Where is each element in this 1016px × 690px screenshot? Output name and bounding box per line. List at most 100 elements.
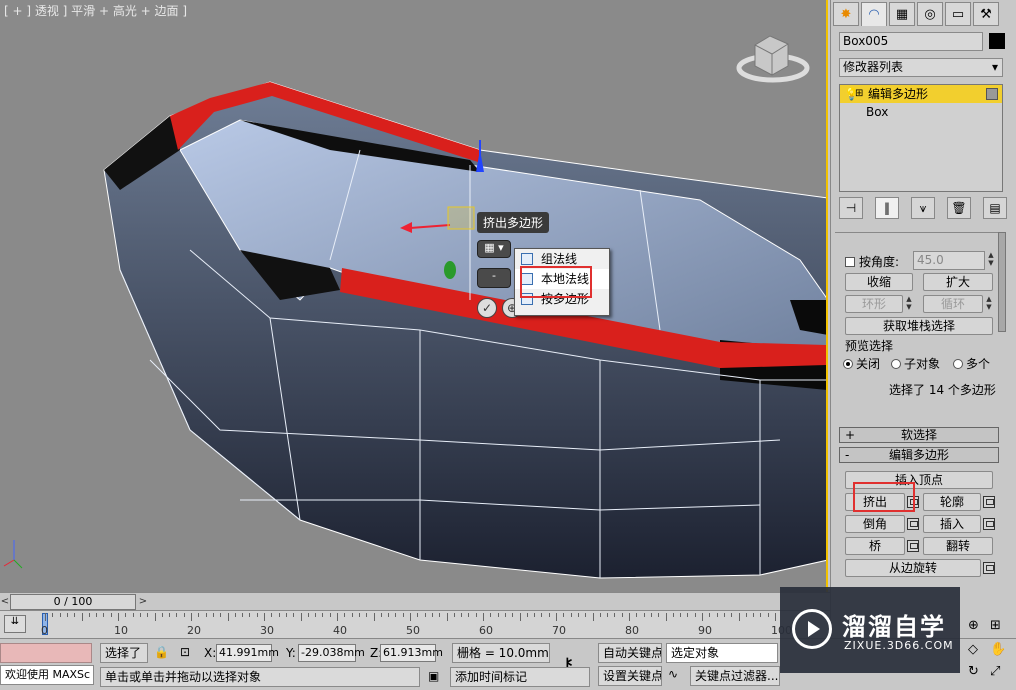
ruler-tick [110,613,112,617]
angle-field[interactable]: 45.0 [913,251,985,270]
inset-button[interactable]: 插入 [923,515,981,533]
loop-spinner[interactable]: ▲ ▼ [985,295,993,313]
modifier-list-dropdown[interactable]: 修改器列表 ▾ [839,58,1003,77]
extrude-height-field[interactable]: - [477,268,511,288]
pin-stack-icon[interactable]: ⊣ [839,197,863,219]
stack-item-label: 编辑多边形 [868,87,929,101]
add-time-tag[interactable]: 添加时间标记 [450,667,590,687]
time-slider[interactable]: 0 / 100 [10,594,136,610]
shrink-button[interactable]: 收缩 [845,273,913,291]
extrude-type-button[interactable]: ▦ ▾ [477,240,511,258]
ruler-tick [607,613,609,617]
ruler-tick [453,613,455,617]
ruler-tick [125,613,127,617]
z-coordinate-field[interactable]: 61.913mm [380,644,443,662]
loop-button[interactable]: 循环 [923,295,983,313]
ruler-tick-label: 60 [479,624,493,637]
stack-item-box[interactable]: Box [840,103,1002,121]
viewport-label[interactable]: [ + ] 透视 ] 平滑 + 高光 + 边面 ] [4,2,187,19]
caddy-ok-button[interactable]: ✓ [477,298,497,318]
zoom-icon[interactable]: ⊕ [968,618,979,633]
watermark-logo-icon [792,609,832,649]
expand-icon[interactable]: ⊞ [855,85,863,103]
fov-icon[interactable]: ◇ [968,642,978,657]
hierarchy-tab-icon[interactable]: ▦ [889,2,915,26]
radio[interactable] [891,359,901,369]
modifier-stack: 💡 ⊞ 编辑多边形 Box [839,84,1003,192]
ruler-tick [731,613,733,617]
set-key-button[interactable]: 设置关键点 [598,666,662,686]
ruler-tick [650,613,652,617]
bridge-button[interactable]: 桥 [845,537,905,555]
make-unique-icon[interactable]: ⩛ [911,197,935,219]
remove-modifier-icon[interactable]: 🗑 [947,197,971,219]
next-frame-icon[interactable]: > [138,594,148,610]
absolute-mode-icon[interactable]: ⊡ [180,645,190,659]
object-name-field[interactable]: Box005 [839,32,983,51]
key-filters-button[interactable]: 关键点过滤器... [690,666,780,686]
inset-settings-icon[interactable] [983,518,995,530]
orbit-icon[interactable]: ↻ [968,664,979,679]
ruler-tick [118,613,119,621]
display-tab-icon[interactable]: ▭ [945,2,971,26]
x-coordinate-field[interactable]: 41.991mm [216,644,279,662]
ruler-tick [716,613,718,617]
preview-subobject-radio[interactable]: 子对象 [891,355,940,372]
ruler-tick [709,613,711,617]
group-normal-icon [521,253,533,265]
edit-polygons-rollout[interactable]: - 编辑多边形 [839,447,999,463]
ruler-tick [59,613,61,617]
lock-icon[interactable]: 🔒 [154,645,169,659]
outline-button[interactable]: 轮廓 [923,493,981,511]
bevel-button[interactable]: 倒角 [845,515,905,533]
object-color-swatch[interactable] [989,33,1005,49]
by-angle-checkbox[interactable]: 按角度: [845,253,899,270]
utilities-tab-icon[interactable]: ⚒ [973,2,999,26]
viewcube-icon[interactable] [736,35,810,83]
selected-object-dropdown[interactable]: 选定对象 [666,643,778,663]
hinge-settings-icon[interactable] [983,562,995,574]
prev-frame-icon[interactable]: < [0,594,10,610]
stack-item-edit-poly[interactable]: 💡 ⊞ 编辑多边形 [840,85,1002,103]
maxscript-listener[interactable]: 欢迎使用 MAXSc [0,665,94,685]
auto-key-button[interactable]: 自动关键点 [598,643,662,663]
maximize-viewport-icon[interactable]: ⤢ [990,664,1000,679]
grid-size: 栅格 = 10.0mm [452,643,550,663]
flip-button[interactable]: 翻转 [923,537,993,555]
ruler-tick [643,613,645,617]
get-stack-selection-button[interactable]: 获取堆栈选择 [845,317,993,335]
soft-selection-rollout[interactable]: + 软选择 [839,427,999,443]
radio[interactable] [843,359,853,369]
maxscript-listener-top[interactable] [0,643,92,663]
ruler-tick [285,613,287,617]
panel-scrollbar[interactable] [998,232,1006,332]
bevel-settings-icon[interactable] [907,518,919,530]
modify-tab-icon[interactable]: ◠ [861,2,887,26]
ring-button[interactable]: 环形 [845,295,903,313]
configure-sets-icon[interactable]: ▤ [983,197,1007,219]
angle-spinner[interactable]: ▲ ▼ [987,251,995,269]
show-end-result-icon[interactable]: ‖ [875,197,899,219]
preview-off-radio[interactable]: 关闭 [843,355,880,372]
pan-icon[interactable]: ✋ [990,642,1006,657]
checkbox[interactable] [845,257,855,267]
outline-settings-icon[interactable] [983,496,995,508]
track-bar[interactable]: ⇊ 0102030405060708090100 [0,610,830,638]
create-tab-icon[interactable]: ✸ [833,2,859,26]
radio[interactable] [953,359,963,369]
preview-multi-radio[interactable]: 多个 [953,355,990,372]
motion-tab-icon[interactable]: ◎ [917,2,943,26]
perspective-viewport[interactable]: [ + ] 透视 ] 平滑 + 高光 + 边面 ] 挤出多边形 ▦ ▾ - ✓ … [0,0,828,592]
bridge-settings-icon[interactable] [907,540,919,552]
curve-icon[interactable]: ∿ [668,667,678,681]
ruler-tick [147,613,149,617]
grow-button[interactable]: 扩大 [923,273,993,291]
hinge-from-edge-button[interactable]: 从边旋转 [845,559,981,577]
ring-spinner[interactable]: ▲ ▼ [905,295,913,313]
track-bar-menu-icon[interactable]: ⇊ [4,615,26,633]
ruler-tick [234,613,236,617]
y-coordinate-field[interactable]: -29.038mm [298,644,365,662]
ruler-tick [88,613,90,617]
time-tag-icon[interactable]: ▣ [428,669,439,683]
zoom-all-icon[interactable]: ⊞ [990,618,1001,633]
